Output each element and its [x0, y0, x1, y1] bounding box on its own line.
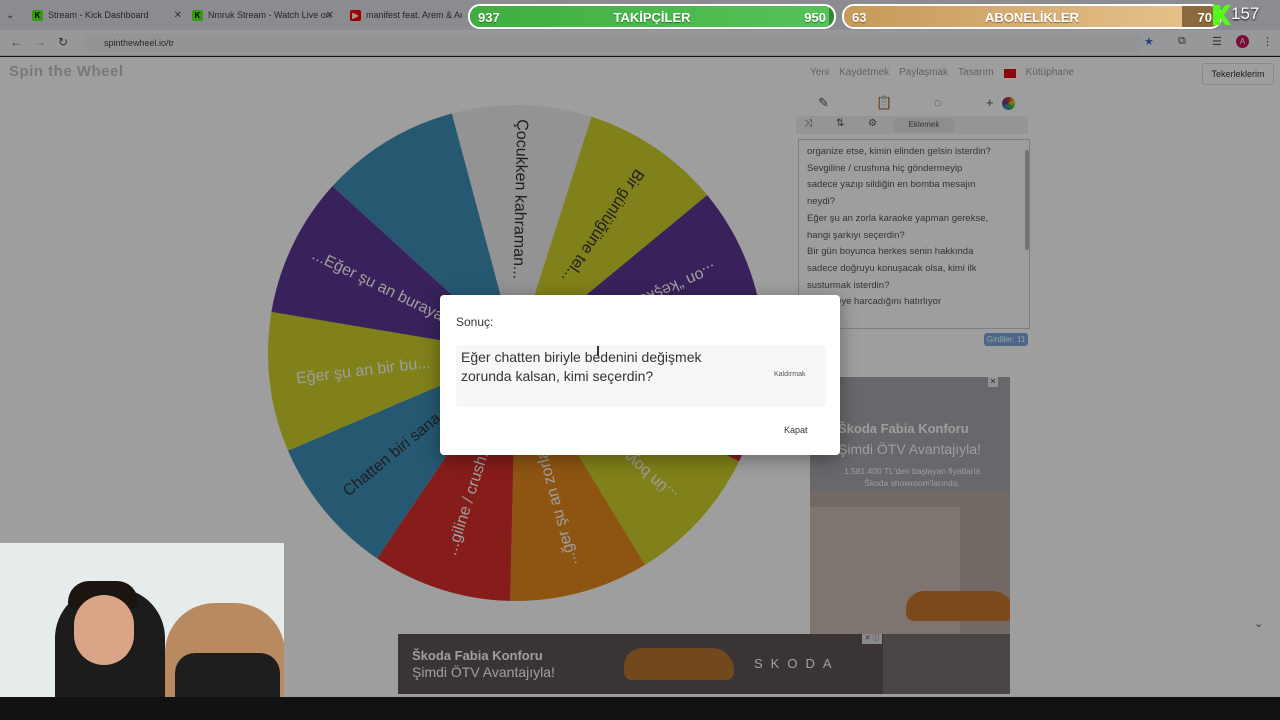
subscribers-label: ABONELİKLER [985, 10, 1079, 25]
close-button[interactable]: Kapat [784, 425, 808, 435]
subscribers-target: 70 [1197, 10, 1212, 25]
streamer-face [74, 595, 134, 665]
result-text: Eğer chatten biriyle bedenini değişmek z… [461, 349, 702, 384]
guest-body [175, 653, 280, 700]
dialog-title: Sonuç: [456, 315, 494, 329]
followers-label: TAKİPÇİLER [613, 10, 691, 25]
remove-button[interactable]: Kaldırmak [774, 371, 806, 378]
followers-goal-bar: 937 TAKİPÇİLER 950 [468, 4, 836, 29]
stream-bottom-bar [0, 697, 1280, 720]
viewer-count: 157 [1231, 4, 1260, 23]
result-box: Eğer chatten biriyle bedenini değişmek z… [456, 345, 826, 407]
webcam-overlay [0, 543, 284, 700]
text-cursor-icon [597, 346, 599, 356]
followers-target: 950 [804, 10, 826, 25]
result-dialog: Sonuç: Eğer chatten biriyle bedenini değ… [440, 295, 840, 455]
subscribers-goal-bar: 63 ABONELİKLER 70 [842, 4, 1222, 29]
